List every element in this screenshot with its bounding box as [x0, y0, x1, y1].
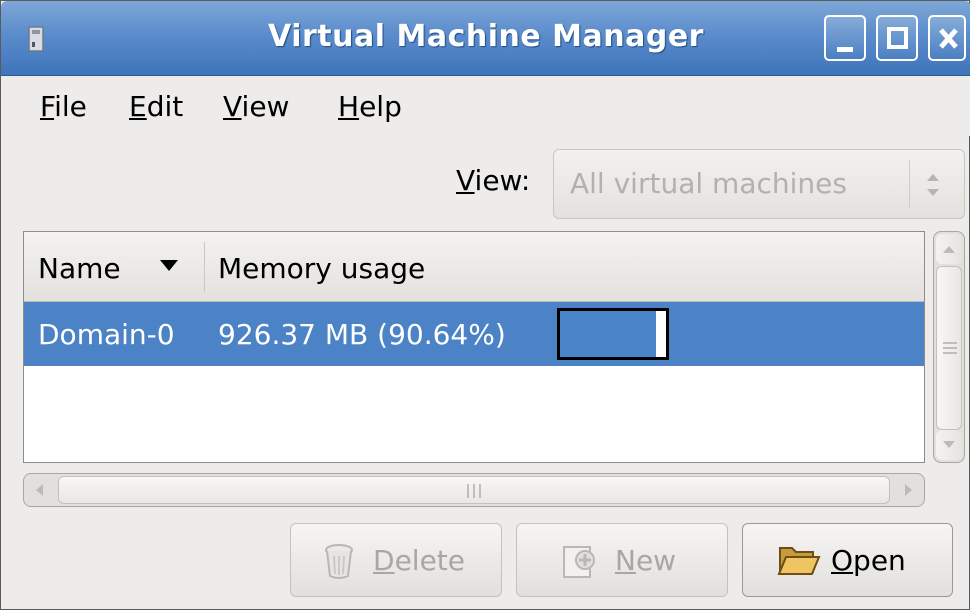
grip-icon	[943, 342, 957, 354]
close-icon	[939, 28, 958, 49]
column-memory-header[interactable]: Memory usage	[218, 252, 425, 285]
new-button-text: ew	[635, 544, 677, 577]
vertical-scroll-thumb[interactable]	[936, 266, 962, 430]
close-button[interactable]	[928, 15, 966, 61]
delete-button[interactable]: Delete	[290, 523, 502, 597]
scroll-up-button[interactable]	[936, 234, 962, 264]
maximize-icon	[887, 27, 908, 49]
main-window: Virtual Machine Manager File Edit View H…	[0, 0, 970, 610]
new-vm-icon	[563, 546, 595, 578]
arrow-right-icon	[905, 484, 912, 496]
minimize-icon	[837, 47, 853, 52]
arrow-up-icon	[943, 246, 955, 253]
grip-icon	[467, 484, 481, 498]
column-name-header[interactable]: Name	[38, 252, 121, 285]
scroll-right-button[interactable]	[894, 476, 922, 504]
scroll-down-button[interactable]	[936, 430, 962, 460]
menu-bar: File Edit View Help	[1, 76, 970, 136]
delete-button-text: elete	[394, 544, 465, 577]
horizontal-scroll-thumb[interactable]	[58, 476, 890, 504]
menu-help-mnemonic: H	[338, 90, 360, 123]
delete-button-mnemonic: D	[373, 544, 395, 577]
updown-arrows-icon	[927, 174, 939, 196]
memory-usage-fill	[560, 311, 657, 357]
title-bar[interactable]: Virtual Machine Manager	[1, 1, 970, 76]
memory-usage-bar	[557, 308, 669, 360]
minimize-button[interactable]	[824, 15, 866, 61]
menu-edit-label: dit	[146, 90, 184, 123]
open-button-mnemonic: O	[831, 544, 854, 577]
table-row[interactable]: Domain-0 926.37 MB (90.64%)	[24, 302, 924, 366]
menu-view[interactable]: View	[223, 90, 289, 123]
sort-descending-icon	[160, 260, 178, 271]
menu-edit-mnemonic: E	[129, 90, 147, 123]
menu-help[interactable]: Help	[338, 90, 402, 123]
new-button-mnemonic: N	[615, 544, 636, 577]
menu-file[interactable]: File	[40, 90, 87, 123]
view-filter-label: View:	[456, 164, 530, 197]
arrow-left-icon	[36, 484, 43, 496]
view-filter-separator	[909, 160, 910, 208]
folder-open-icon	[777, 547, 821, 575]
horizontal-scrollbar[interactable]	[23, 473, 925, 507]
open-button[interactable]: Open	[742, 523, 953, 597]
menu-help-label: elp	[359, 90, 402, 123]
view-filter-mnemonic: V	[456, 164, 475, 197]
view-filter-select[interactable]: All virtual machines	[553, 149, 965, 219]
menu-file-label: ile	[54, 90, 87, 123]
column-separator[interactable]	[204, 242, 205, 292]
maximize-button[interactable]	[876, 15, 918, 61]
menu-file-mnemonic: F	[40, 90, 55, 123]
open-button-label: Open	[831, 544, 906, 577]
new-button[interactable]: New	[516, 523, 728, 597]
delete-button-label: Delete	[373, 544, 465, 577]
scroll-left-button[interactable]	[26, 476, 54, 504]
vertical-scrollbar[interactable]	[933, 231, 965, 463]
arrow-down-icon	[943, 441, 955, 448]
vm-list[interactable]: Name Memory usage Domain-0 926.37 MB (90…	[23, 231, 925, 463]
vm-name: Domain-0	[38, 318, 175, 351]
open-button-text: pen	[853, 544, 906, 577]
view-filter-label-text: iew:	[474, 164, 531, 197]
view-filter-value: All virtual machines	[570, 167, 847, 200]
trash-icon	[325, 544, 353, 579]
vm-list-header: Name Memory usage	[24, 232, 924, 302]
menu-edit[interactable]: Edit	[129, 90, 183, 123]
new-button-label: New	[615, 544, 676, 577]
menu-view-mnemonic: V	[223, 90, 242, 123]
vm-memory: 926.37 MB (90.64%)	[218, 318, 506, 351]
menu-view-label: iew	[241, 90, 290, 123]
